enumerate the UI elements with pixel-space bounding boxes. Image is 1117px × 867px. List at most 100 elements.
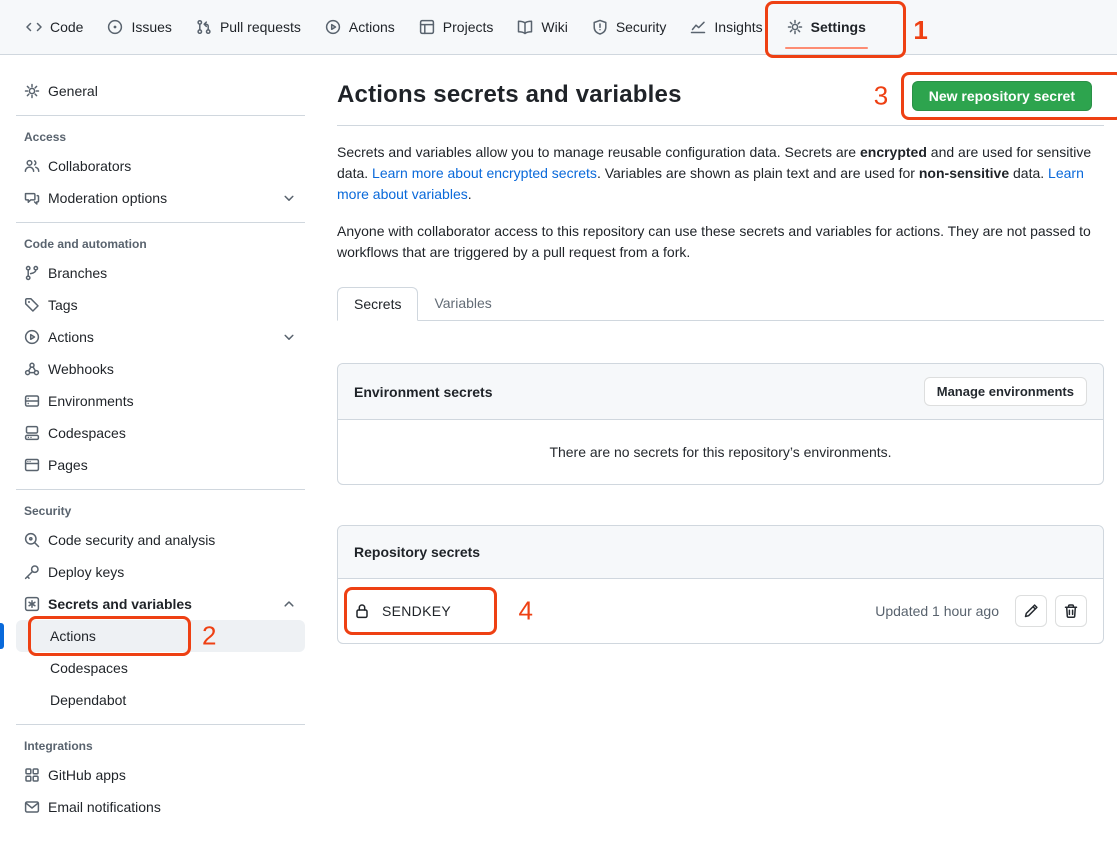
git-branch-icon xyxy=(24,265,40,281)
sidebar-item-pages[interactable]: Pages xyxy=(16,449,305,481)
sidebar-item-label: Pages xyxy=(48,457,88,473)
sidebar-item-secrets-and-variables[interactable]: Secrets and variables xyxy=(16,588,305,620)
sidebar-item-general[interactable]: General xyxy=(16,75,305,107)
repo-tab-bar: Code Issues Pull requests Actions Projec… xyxy=(0,0,1117,55)
chevron-down-icon xyxy=(281,329,297,345)
tab-code-label: Code xyxy=(50,19,83,35)
tab-insights[interactable]: Insights xyxy=(680,12,772,42)
tab-actions-label: Actions xyxy=(349,19,395,35)
environment-secrets-header: Environment secrets Manage environments xyxy=(338,364,1103,420)
sidebar-section-security: Security xyxy=(16,504,305,518)
new-repository-secret-button[interactable]: New repository secret xyxy=(912,81,1092,111)
sidebar-section-integrations: Integrations xyxy=(16,739,305,753)
sidebar-item-label: Codespaces xyxy=(50,660,128,676)
sidebar-section-code-automation: Code and automation xyxy=(16,237,305,251)
sidebar-item-code-security[interactable]: Code security and analysis xyxy=(16,524,305,556)
tab-issues[interactable]: Issues xyxy=(97,12,181,42)
main-content: Actions secrets and variables New reposi… xyxy=(321,55,1117,867)
new-secret-button-wrap: New repository secret 3 xyxy=(912,81,1092,111)
codespaces-icon xyxy=(24,425,40,441)
tab-projects-label: Projects xyxy=(443,19,494,35)
sidebar-item-github-apps[interactable]: GitHub apps xyxy=(16,759,305,791)
lock-icon xyxy=(354,603,370,619)
sidebar-item-webhooks[interactable]: Webhooks xyxy=(16,353,305,385)
sidebar-item-label: Environments xyxy=(48,393,134,409)
browser-icon xyxy=(24,457,40,473)
settings-sidebar: General Access Collaborators Moderation … xyxy=(0,55,321,867)
tab-wiki-label: Wiki xyxy=(541,19,567,35)
sidebar-divider xyxy=(16,222,305,223)
sidebar-item-actions[interactable]: Actions xyxy=(16,321,305,353)
chevron-up-icon xyxy=(281,596,297,612)
tab-wiki[interactable]: Wiki xyxy=(507,12,577,42)
tab-settings[interactable]: Settings 1 xyxy=(777,12,876,42)
tab-variables[interactable]: Variables xyxy=(418,287,507,321)
sidebar-section-access: Access xyxy=(16,130,305,144)
sidebar-item-label: Moderation options xyxy=(48,190,167,206)
annotation-number-3: 3 xyxy=(874,81,888,112)
tab-pull-requests[interactable]: Pull requests xyxy=(186,12,311,42)
sidebar-item-moderation-options[interactable]: Moderation options xyxy=(16,182,305,214)
tab-code[interactable]: Code xyxy=(16,12,93,42)
repository-secrets-box: Repository secrets SENDKEY 4 Updated 1 h… xyxy=(337,525,1104,644)
active-tab-underline xyxy=(785,47,868,49)
secret-row-actions: Updated 1 hour ago xyxy=(875,595,1087,627)
sidebar-item-label: Actions xyxy=(50,628,96,644)
mail-icon xyxy=(24,799,40,815)
trash-icon xyxy=(1063,603,1079,619)
sidebar-divider xyxy=(16,115,305,116)
non-sensitive-emphasis: non-sensitive xyxy=(919,165,1009,181)
sidebar-item-label: Email notifications xyxy=(48,799,161,815)
learn-more-encrypted-secrets-link[interactable]: Learn more about encrypted secrets xyxy=(372,165,597,181)
gear-icon xyxy=(24,83,40,99)
graph-icon xyxy=(690,19,706,35)
gear-icon xyxy=(787,19,803,35)
page-header: Actions secrets and variables New reposi… xyxy=(337,81,1104,126)
tab-issues-label: Issues xyxy=(131,19,171,35)
comment-discussion-icon xyxy=(24,190,40,206)
secret-name-wrap: SENDKEY 4 xyxy=(354,597,451,625)
sidebar-item-label: Webhooks xyxy=(48,361,114,377)
sidebar-item-label: Deploy keys xyxy=(48,564,124,580)
repository-secrets-header: Repository secrets xyxy=(338,526,1103,579)
sidebar-item-label: Code security and analysis xyxy=(48,532,215,548)
secret-updated-timestamp: Updated 1 hour ago xyxy=(875,603,999,619)
sidebar-item-tags[interactable]: Tags xyxy=(16,289,305,321)
pencil-icon xyxy=(1023,603,1039,619)
description-text: data. xyxy=(1009,165,1048,181)
server-icon xyxy=(24,393,40,409)
environment-secrets-box: Environment secrets Manage environments … xyxy=(337,363,1104,485)
table-icon xyxy=(419,19,435,35)
sidebar-divider xyxy=(16,724,305,725)
description-text: . Variables are shown as plain text and … xyxy=(597,165,919,181)
manage-environments-button[interactable]: Manage environments xyxy=(924,377,1087,406)
tab-projects[interactable]: Projects xyxy=(409,12,504,42)
tab-secrets[interactable]: Secrets xyxy=(337,287,418,321)
sidebar-item-collaborators[interactable]: Collaborators xyxy=(16,150,305,182)
secrets-description: Secrets and variables allow you to manag… xyxy=(337,142,1104,205)
sidebar-item-label: Branches xyxy=(48,265,107,281)
sidebar-item-branches[interactable]: Branches xyxy=(16,257,305,289)
secret-row: SENDKEY 4 Updated 1 hour ago xyxy=(338,579,1103,643)
edit-secret-button[interactable] xyxy=(1015,595,1047,627)
annotation-number-4: 4 xyxy=(519,596,533,627)
tab-actions[interactable]: Actions xyxy=(315,12,405,42)
encrypted-emphasis: encrypted xyxy=(860,144,927,160)
sidebar-item-label: Dependabot xyxy=(50,692,126,708)
sidebar-subitem-codespaces[interactable]: Codespaces xyxy=(16,652,305,684)
tab-insights-label: Insights xyxy=(714,19,762,35)
issue-opened-icon xyxy=(107,19,123,35)
sidebar-item-label: GitHub apps xyxy=(48,767,126,783)
sidebar-divider xyxy=(16,489,305,490)
sidebar-item-codespaces[interactable]: Codespaces xyxy=(16,417,305,449)
sidebar-subitem-actions[interactable]: Actions 2 xyxy=(16,620,305,652)
sidebar-subitem-dependabot[interactable]: Dependabot xyxy=(16,684,305,716)
description-text: Secrets and variables allow you to manag… xyxy=(337,144,860,160)
sidebar-item-email-notifications[interactable]: Email notifications xyxy=(16,791,305,823)
delete-secret-button[interactable] xyxy=(1055,595,1087,627)
sidebar-item-environments[interactable]: Environments xyxy=(16,385,305,417)
tab-security[interactable]: Security xyxy=(582,12,677,42)
sidebar-item-deploy-keys[interactable]: Deploy keys xyxy=(16,556,305,588)
annotation-number-1: 1 xyxy=(913,15,927,46)
annotation-number-2: 2 xyxy=(202,621,216,652)
